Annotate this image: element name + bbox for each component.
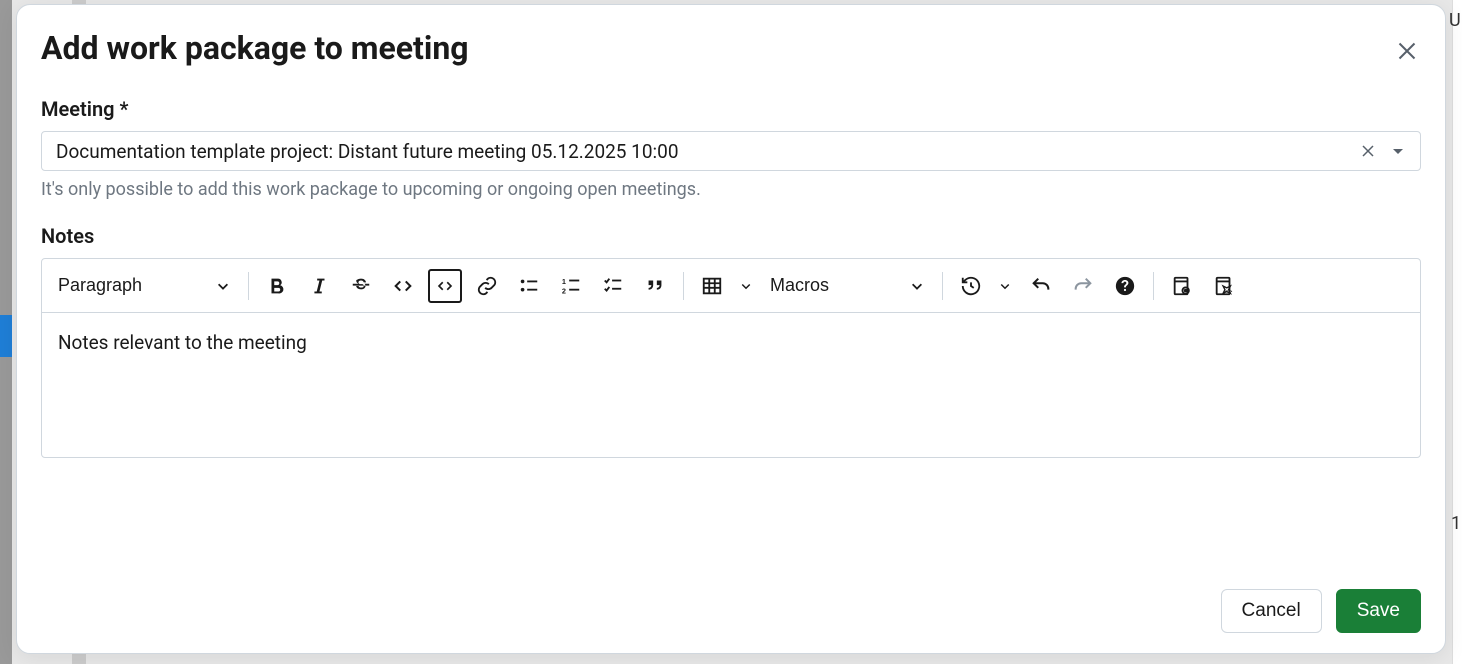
history-button-group <box>951 266 1019 306</box>
chevron-down-icon <box>740 280 752 292</box>
task-list-button[interactable] <box>593 266 633 306</box>
code-icon <box>392 275 414 297</box>
svg-text:1: 1 <box>562 277 566 286</box>
italic-button[interactable] <box>299 266 339 306</box>
macros-dropdown[interactable]: Macros <box>762 266 934 306</box>
table-button-group <box>692 266 760 306</box>
toolbar-separator <box>1153 272 1154 300</box>
modal-footer: Cancel Save <box>41 569 1421 633</box>
save-button[interactable]: Save <box>1336 589 1421 633</box>
help-button[interactable] <box>1105 266 1145 306</box>
link-button[interactable] <box>467 266 507 306</box>
macros-dropdown-label: Macros <box>770 275 829 296</box>
bullet-list-icon <box>518 275 540 297</box>
redo-icon <box>1072 275 1094 297</box>
source-icon: <> <box>1213 275 1235 297</box>
italic-icon <box>308 275 330 297</box>
link-icon <box>476 275 498 297</box>
add-work-package-modal: Add work package to meeting Meeting * Do… <box>16 4 1446 654</box>
toolbar-separator <box>942 272 943 300</box>
backdrop-right-panel: U 1 <box>1452 0 1462 664</box>
table-button[interactable] <box>692 266 732 306</box>
inline-code-button[interactable] <box>383 266 423 306</box>
meeting-select[interactable]: Documentation template project: Distant … <box>41 131 1421 171</box>
quote-icon <box>644 275 666 297</box>
meeting-select-controls <box>1358 141 1412 161</box>
chevron-down-icon <box>216 279 230 293</box>
caret-down-icon <box>1390 143 1406 159</box>
source-button[interactable]: <> <box>1204 266 1244 306</box>
bold-icon <box>266 275 288 297</box>
x-icon <box>1360 143 1376 159</box>
close-icon <box>1397 41 1417 61</box>
cancel-button[interactable]: Cancel <box>1221 589 1322 633</box>
required-indicator: * <box>119 97 128 121</box>
meeting-label: Meeting * <box>41 97 1421 121</box>
history-button[interactable] <box>951 266 991 306</box>
help-icon <box>1114 275 1136 297</box>
notes-label: Notes <box>41 224 1421 248</box>
blockquote-button[interactable] <box>635 266 675 306</box>
numbered-list-icon: 12 <box>560 275 582 297</box>
modal-header: Add work package to meeting <box>41 29 1421 69</box>
table-dropdown-button[interactable] <box>732 266 760 306</box>
chevron-down-icon <box>999 280 1011 292</box>
history-dropdown-button[interactable] <box>991 266 1019 306</box>
close-button[interactable] <box>1393 37 1421 69</box>
notes-textarea[interactable]: Notes relevant to the meeting <box>42 313 1420 457</box>
modal-title: Add work package to meeting <box>41 29 469 67</box>
undo-icon <box>1030 275 1052 297</box>
backdrop-number: 1 <box>1451 513 1461 534</box>
bullet-list-button[interactable] <box>509 266 549 306</box>
paragraph-dropdown-label: Paragraph <box>58 275 142 296</box>
numbered-list-button[interactable]: 12 <box>551 266 591 306</box>
backdrop-selection <box>0 315 12 357</box>
paragraph-dropdown[interactable]: Paragraph <box>50 266 240 306</box>
meeting-label-text: Meeting <box>41 97 115 121</box>
history-icon <box>960 275 982 297</box>
code-block-icon <box>436 277 454 295</box>
preview-button[interactable] <box>1162 266 1202 306</box>
notes-field-group: Notes Paragraph <box>41 224 1421 458</box>
meeting-hint: It's only possible to add this work pack… <box>41 179 1421 200</box>
code-block-button[interactable] <box>428 269 462 303</box>
notes-content: Notes relevant to the meeting <box>58 331 307 354</box>
undo-button[interactable] <box>1021 266 1061 306</box>
meeting-select-value: Documentation template project: Distant … <box>56 140 1358 163</box>
toolbar-separator <box>683 272 684 300</box>
task-list-icon <box>602 275 624 297</box>
table-icon <box>701 275 723 297</box>
strikethrough-button[interactable] <box>341 266 381 306</box>
editor-toolbar: Paragraph <box>42 259 1420 313</box>
preview-icon <box>1171 275 1193 297</box>
chevron-down-icon <box>910 279 924 293</box>
bold-button[interactable] <box>257 266 297 306</box>
dropdown-toggle-button[interactable] <box>1388 141 1408 161</box>
clear-selection-button[interactable] <box>1358 141 1378 161</box>
backdrop-letter: U <box>1449 10 1461 31</box>
strikethrough-icon <box>350 275 372 297</box>
toolbar-separator <box>248 272 249 300</box>
notes-editor: Paragraph <box>41 258 1421 458</box>
meeting-field-group: Meeting * Documentation template project… <box>41 97 1421 200</box>
redo-button[interactable] <box>1063 266 1103 306</box>
svg-text:<>: <> <box>1225 288 1233 295</box>
svg-text:2: 2 <box>562 286 566 295</box>
